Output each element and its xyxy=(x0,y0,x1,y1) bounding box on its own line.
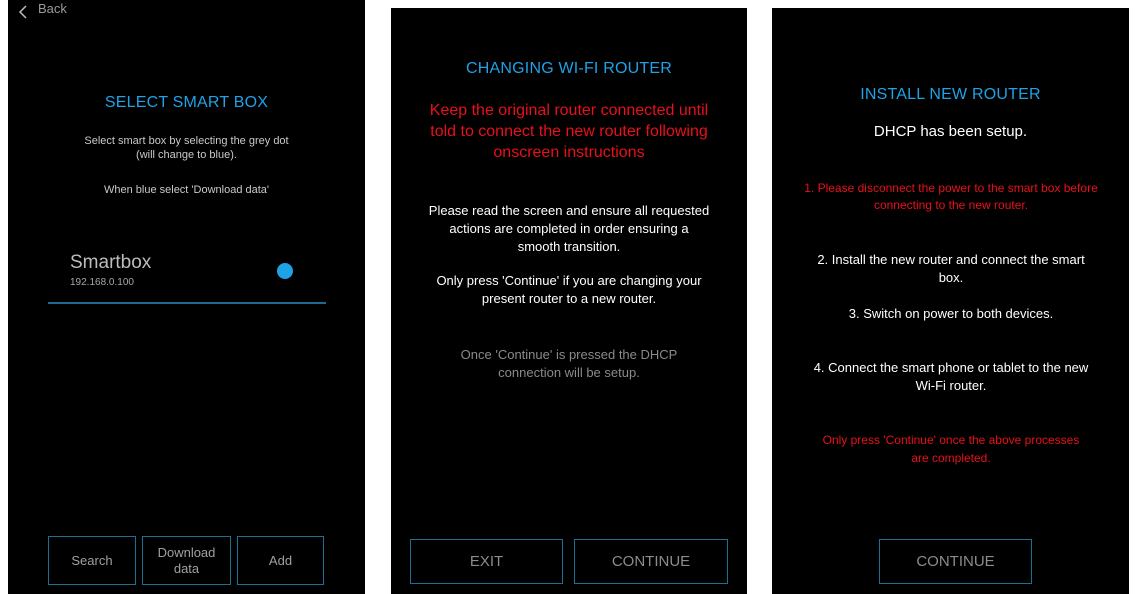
exit-button[interactable]: EXIT xyxy=(410,539,563,584)
device-name: Smartbox xyxy=(70,252,152,273)
instruction-text: Select smart box by selecting the grey d… xyxy=(84,135,289,161)
selection-dot[interactable] xyxy=(277,263,293,279)
continue-button[interactable]: CONTINUE xyxy=(574,539,728,584)
device-ip: 192.168.0.100 xyxy=(70,277,134,288)
exit-button-label: EXIT xyxy=(469,552,504,570)
add-button[interactable]: Add xyxy=(237,536,324,585)
warning-text: Keep the original router connected until… xyxy=(429,102,709,161)
continue-button-label: CONTINUE xyxy=(916,552,995,570)
page-title: INSTALL NEW ROUTER xyxy=(860,86,1041,103)
continue-button[interactable]: CONTINUE xyxy=(879,539,1032,584)
back-button[interactable]: Back xyxy=(18,0,67,22)
select-smart-box-screen: Back SELECT SMART BOX Select smart box b… xyxy=(8,0,365,594)
instruction-text-2: When blue select 'Download data' xyxy=(103,184,270,196)
changing-wifi-router-screen: CHANGING WI-FI ROUTER Keep the original … xyxy=(391,8,747,594)
page-title: CHANGING WI-FI ROUTER xyxy=(466,60,672,77)
step-4-text: 4. Connect the smart phone or tablet to … xyxy=(813,360,1089,393)
dhcp-status: DHCP has been setup. xyxy=(873,123,1028,140)
step-1-text: 1. Please disconnect the power to the sm… xyxy=(804,181,1098,212)
chevron-left-icon xyxy=(18,5,27,19)
info-paragraph-2: Only press 'Continue' if you are changin… xyxy=(436,273,702,306)
page-title: SELECT SMART BOX xyxy=(104,94,269,111)
continue-button-label: CONTINUE xyxy=(611,552,691,570)
search-button-label: Search xyxy=(71,552,113,568)
dhcp-note: Once 'Continue' is pressed the DHCP conn… xyxy=(460,347,678,380)
install-new-router-screen: INSTALL NEW ROUTER DHCP has been setup. … xyxy=(772,8,1129,594)
back-label: Back xyxy=(38,0,67,16)
step-2-text: 2. Install the new router and connect th… xyxy=(817,252,1085,285)
step-3-text: 3. Switch on power to both devices. xyxy=(848,306,1054,321)
download-data-button-label: Download data xyxy=(157,544,216,576)
smartbox-list-item[interactable]: Smartbox 192.168.0.100 xyxy=(48,248,326,304)
info-paragraph-1: Please read the screen and ensure all re… xyxy=(428,203,710,254)
download-data-button[interactable]: Download data xyxy=(142,536,231,585)
search-button[interactable]: Search xyxy=(48,536,136,585)
final-note: Only press 'Continue' once the above pro… xyxy=(822,433,1080,465)
add-button-label: Add xyxy=(268,552,293,568)
